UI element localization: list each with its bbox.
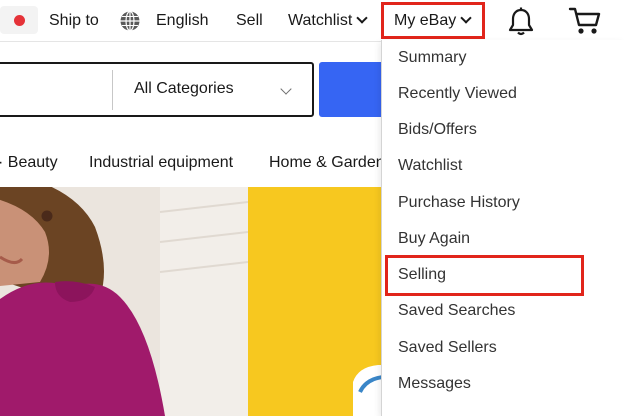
hero-banner-yellow[interactable]: [248, 187, 388, 416]
menu-item-messages[interactable]: Messages: [398, 375, 471, 393]
menu-item-purchase-history[interactable]: Purchase History: [398, 194, 520, 212]
menu-item-buy-again[interactable]: Buy Again: [398, 230, 470, 248]
flag-icon[interactable]: [0, 6, 38, 34]
ship-to-link[interactable]: Ship to: [49, 12, 99, 30]
chevron-down-icon: [356, 12, 368, 24]
nav-item-beauty[interactable]: · Beauty: [0, 154, 58, 172]
menu-item-saved-searches[interactable]: Saved Searches: [398, 302, 515, 320]
menu-item-recently-viewed[interactable]: Recently Viewed: [398, 85, 517, 103]
globe-icon[interactable]: [119, 10, 141, 32]
watchlist-menu[interactable]: Watchlist: [288, 12, 368, 30]
nav-item-home-garden[interactable]: Home & Garden: [269, 154, 385, 172]
selling-highlight: [385, 255, 584, 296]
language-selector[interactable]: English: [156, 12, 208, 30]
nav-item-industrial-equipment[interactable]: Industrial equipment: [89, 154, 233, 172]
my-ebay-dropdown: Summary Recently Viewed Bids/Offers Watc…: [381, 40, 624, 416]
menu-item-watchlist[interactable]: Watchlist: [398, 157, 462, 175]
sell-link[interactable]: Sell: [236, 12, 263, 30]
my-ebay-highlight: [381, 2, 485, 39]
search-button[interactable]: [319, 62, 389, 117]
cart-icon[interactable]: [568, 6, 602, 36]
category-select[interactable]: All Categories: [134, 80, 234, 98]
menu-item-saved-sellers[interactable]: Saved Sellers: [398, 339, 497, 357]
category-nav: · Beauty Industrial equipment Home & Gar…: [0, 148, 400, 178]
menu-item-bids-offers[interactable]: Bids/Offers: [398, 121, 477, 139]
top-bar: Ship to English Sell Watchlist My eBay: [0, 0, 624, 42]
hero-image[interactable]: [0, 187, 248, 416]
menu-item-summary[interactable]: Summary: [398, 49, 466, 67]
watchlist-label: Watchlist: [288, 12, 353, 29]
bell-icon[interactable]: [507, 6, 535, 36]
